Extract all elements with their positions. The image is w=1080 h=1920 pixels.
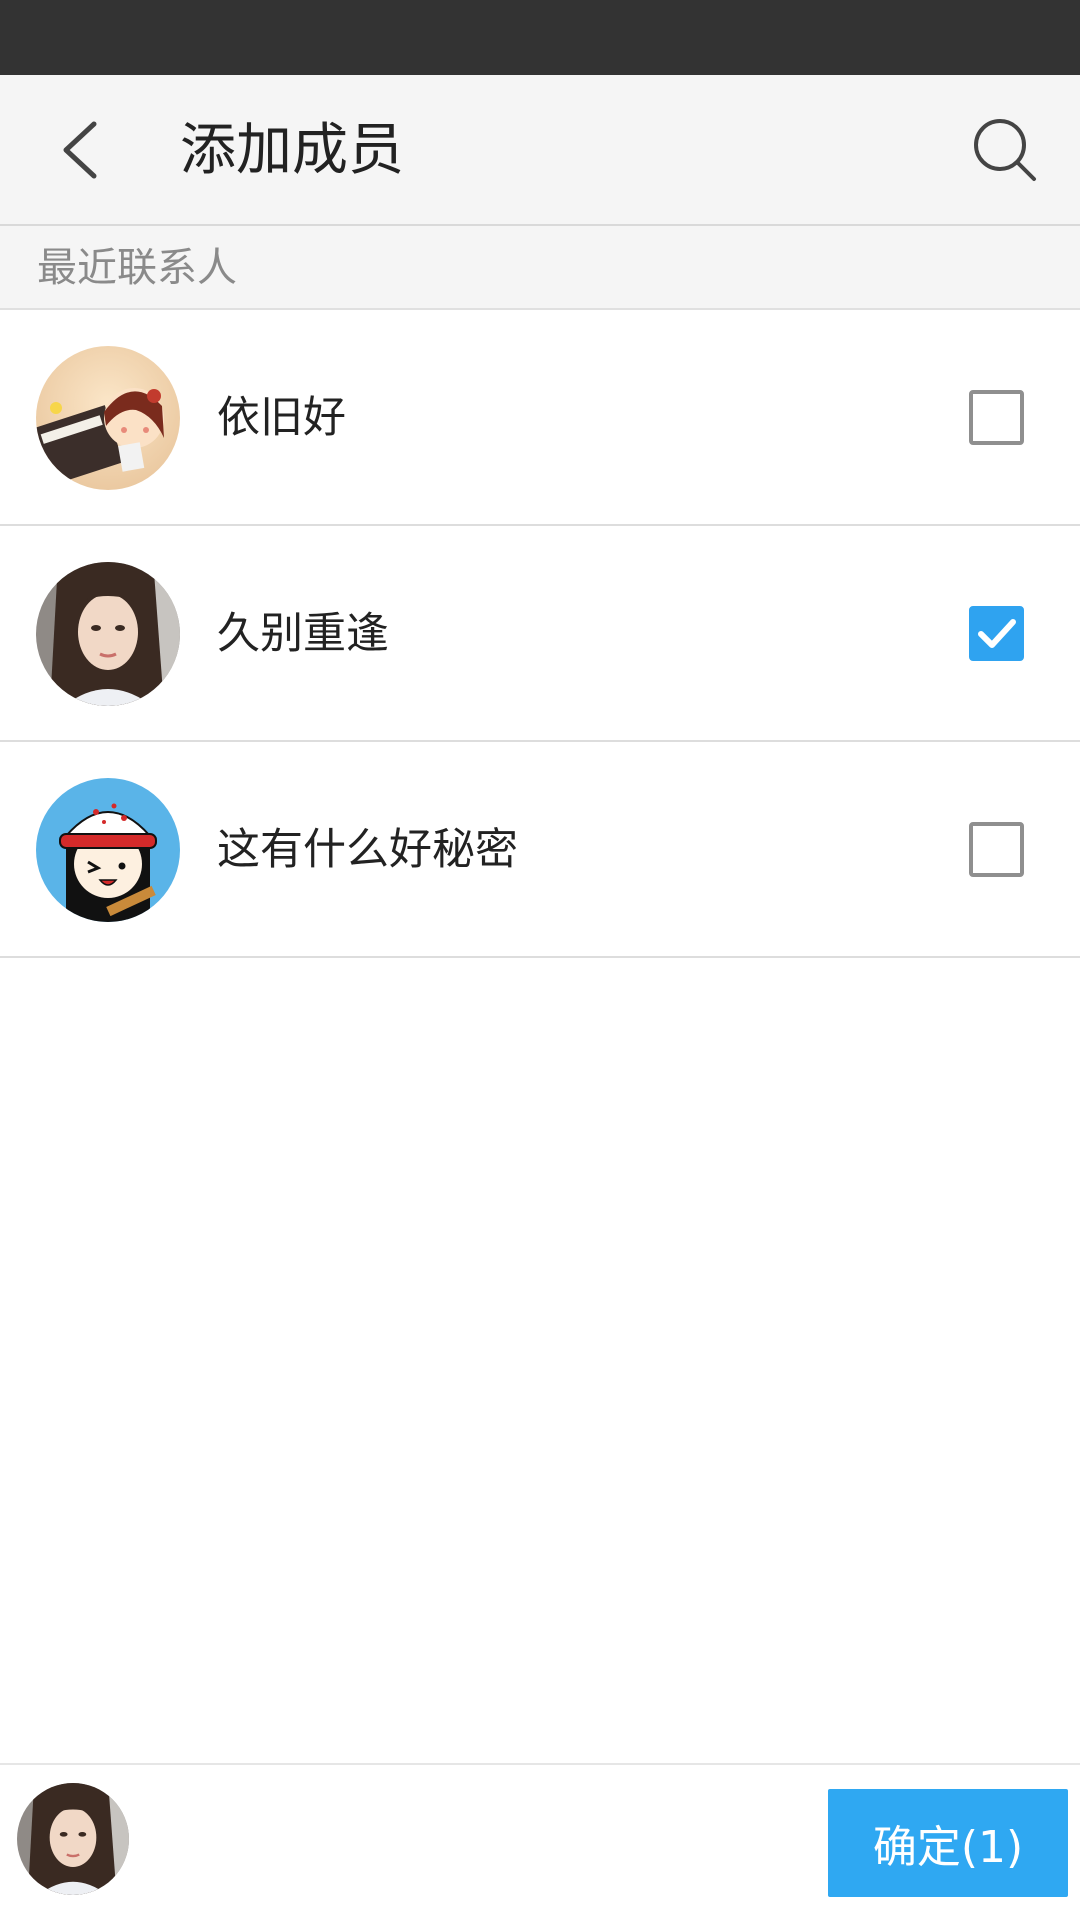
woman-photo-avatar: [36, 562, 180, 706]
list-item[interactable]: 依旧好: [0, 310, 1080, 526]
list-item[interactable]: 久别重逢: [0, 526, 1080, 742]
selected-member-avatar[interactable]: [17, 1783, 129, 1895]
back-button[interactable]: [40, 105, 120, 195]
contact-list: 依旧好 久别重逢 这有什么好秘密: [0, 310, 1080, 958]
cartoon-girl-piano-avatar: [36, 346, 180, 490]
list-item[interactable]: 这有什么好秘密: [0, 742, 1080, 958]
contact-name: 依旧好: [217, 393, 346, 443]
confirm-button[interactable]: 确定(1): [828, 1789, 1068, 1897]
cartoon-girl-red-cap-avatar: [36, 778, 180, 922]
contact-name: 这有什么好秘密: [217, 825, 518, 875]
status-bar: [0, 0, 1080, 75]
search-icon: [974, 119, 1036, 181]
chevron-left-icon: [63, 121, 97, 179]
checkmark-icon: [978, 619, 1016, 648]
app-bar: 添加成员: [0, 75, 1080, 226]
select-checkbox[interactable]: [969, 390, 1024, 445]
section-header-recent-contacts: 最近联系人: [0, 226, 1080, 310]
contact-name: 久别重逢: [217, 609, 389, 659]
page-title: 添加成员: [180, 118, 404, 183]
select-checkbox[interactable]: [969, 822, 1024, 877]
bottom-bar: 确定(1): [0, 1763, 1080, 1920]
search-button[interactable]: [960, 105, 1050, 195]
select-checkbox[interactable]: [969, 606, 1024, 661]
